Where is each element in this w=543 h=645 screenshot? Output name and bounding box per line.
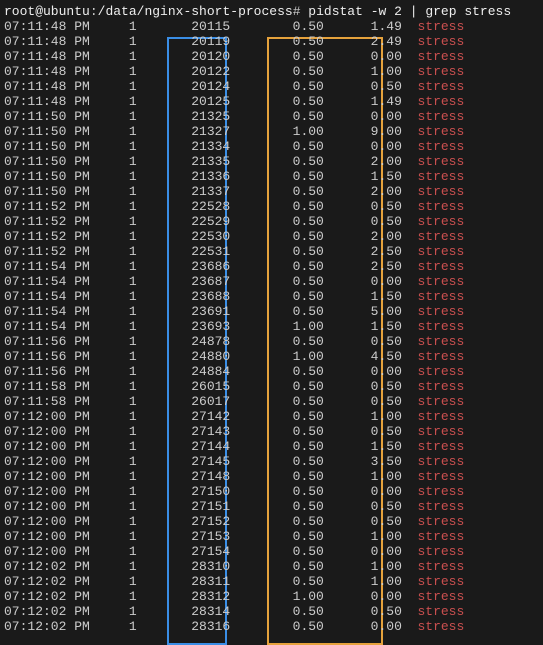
process-name: stress: [417, 124, 464, 139]
process-name: stress: [417, 274, 464, 289]
process-name: stress: [417, 199, 464, 214]
prompt-userhost: root@ubuntu: [4, 4, 90, 19]
output-row: 07:11:54 PM 1 23691 0.50 5.00 stress: [4, 304, 539, 319]
output-row: 07:11:48 PM 1 20115 0.50 1.49 stress: [4, 19, 539, 34]
process-name: stress: [417, 514, 464, 529]
output-row: 07:11:56 PM 1 24880 1.00 4.50 stress: [4, 349, 539, 364]
process-name: stress: [417, 259, 464, 274]
process-name: stress: [417, 109, 464, 124]
output-row: 07:12:00 PM 1 27148 0.50 1.00 stress: [4, 469, 539, 484]
process-name: stress: [417, 589, 464, 604]
output-row: 07:12:02 PM 1 28310 0.50 1.00 stress: [4, 559, 539, 574]
process-name: stress: [417, 139, 464, 154]
output-row: 07:11:48 PM 1 20119 0.50 2.49 stress: [4, 34, 539, 49]
output-row: 07:11:50 PM 1 21327 1.00 9.00 stress: [4, 124, 539, 139]
output-row: 07:11:48 PM 1 20122 0.50 1.00 stress: [4, 64, 539, 79]
output-row: 07:11:48 PM 1 20120 0.50 0.00 stress: [4, 49, 539, 64]
output-row: 07:11:52 PM 1 22529 0.50 0.50 stress: [4, 214, 539, 229]
process-name: stress: [417, 499, 464, 514]
process-name: stress: [417, 184, 464, 199]
output-row: 07:12:02 PM 1 28311 0.50 1.00 stress: [4, 574, 539, 589]
process-name: stress: [417, 304, 464, 319]
process-name: stress: [417, 349, 464, 364]
process-name: stress: [417, 229, 464, 244]
process-name: stress: [417, 169, 464, 184]
process-name: stress: [417, 484, 464, 499]
process-name: stress: [417, 319, 464, 334]
output-rows: 07:11:48 PM 1 20115 0.50 1.49 stress07:1…: [4, 19, 539, 634]
process-name: stress: [417, 394, 464, 409]
command-text: pidstat -w 2 | grep stress: [308, 4, 511, 19]
process-name: stress: [417, 94, 464, 109]
process-name: stress: [417, 424, 464, 439]
process-name: stress: [417, 364, 464, 379]
process-name: stress: [417, 154, 464, 169]
output-row: 07:12:00 PM 1 27152 0.50 0.50 stress: [4, 514, 539, 529]
output-row: 07:11:50 PM 1 21335 0.50 2.00 stress: [4, 154, 539, 169]
output-row: 07:11:56 PM 1 24884 0.50 0.00 stress: [4, 364, 539, 379]
process-name: stress: [417, 454, 464, 469]
output-row: 07:12:00 PM 1 27150 0.50 0.00 stress: [4, 484, 539, 499]
process-name: stress: [417, 379, 464, 394]
process-name: stress: [417, 79, 464, 94]
output-row: 07:12:00 PM 1 27145 0.50 3.50 stress: [4, 454, 539, 469]
process-name: stress: [417, 409, 464, 424]
output-row: 07:12:00 PM 1 27142 0.50 1.00 stress: [4, 409, 539, 424]
output-row: 07:12:00 PM 1 27143 0.50 0.50 stress: [4, 424, 539, 439]
process-name: stress: [417, 34, 464, 49]
output-row: 07:12:00 PM 1 27144 0.50 1.50 stress: [4, 439, 539, 454]
output-row: 07:11:50 PM 1 21325 0.50 0.00 stress: [4, 109, 539, 124]
output-row: 07:11:50 PM 1 21337 0.50 2.00 stress: [4, 184, 539, 199]
process-name: stress: [417, 529, 464, 544]
process-name: stress: [417, 574, 464, 589]
process-name: stress: [417, 604, 464, 619]
process-name: stress: [417, 64, 464, 79]
process-name: stress: [417, 544, 464, 559]
output-row: 07:12:00 PM 1 27154 0.50 0.00 stress: [4, 544, 539, 559]
process-name: stress: [417, 49, 464, 64]
output-row: 07:11:58 PM 1 26015 0.50 0.50 stress: [4, 379, 539, 394]
output-row: 07:11:56 PM 1 24878 0.50 0.50 stress: [4, 334, 539, 349]
output-row: 07:11:54 PM 1 23693 1.00 1.50 stress: [4, 319, 539, 334]
output-row: 07:12:00 PM 1 27151 0.50 0.50 stress: [4, 499, 539, 514]
process-name: stress: [417, 19, 464, 34]
output-row: 07:11:52 PM 1 22528 0.50 0.50 stress: [4, 199, 539, 214]
output-row: 07:11:54 PM 1 23688 0.50 1.50 stress: [4, 289, 539, 304]
process-name: stress: [417, 244, 464, 259]
output-row: 07:11:50 PM 1 21336 0.50 1.50 stress: [4, 169, 539, 184]
output-row: 07:11:52 PM 1 22530 0.50 2.00 stress: [4, 229, 539, 244]
output-row: 07:11:50 PM 1 21334 0.50 0.00 stress: [4, 139, 539, 154]
process-name: stress: [417, 469, 464, 484]
process-name: stress: [417, 439, 464, 454]
output-row: 07:11:48 PM 1 20124 0.50 0.50 stress: [4, 79, 539, 94]
process-name: stress: [417, 334, 464, 349]
output-row: 07:11:54 PM 1 23686 0.50 2.50 stress: [4, 259, 539, 274]
process-name: stress: [417, 214, 464, 229]
output-row: 07:12:00 PM 1 27153 0.50 1.00 stress: [4, 529, 539, 544]
output-row: 07:11:54 PM 1 23687 0.50 0.00 stress: [4, 274, 539, 289]
output-row: 07:12:02 PM 1 28312 1.00 0.00 stress: [4, 589, 539, 604]
output-row: 07:12:02 PM 1 28314 0.50 0.50 stress: [4, 604, 539, 619]
output-row: 07:11:48 PM 1 20125 0.50 1.49 stress: [4, 94, 539, 109]
output-row: 07:11:58 PM 1 26017 0.50 0.50 stress: [4, 394, 539, 409]
shell-prompt[interactable]: root@ubuntu:/data/nginx-short-process# p…: [4, 4, 539, 19]
process-name: stress: [417, 559, 464, 574]
prompt-path: /data/nginx-short-process: [98, 4, 293, 19]
output-row: 07:11:52 PM 1 22531 0.50 2.50 stress: [4, 244, 539, 259]
process-name: stress: [417, 289, 464, 304]
